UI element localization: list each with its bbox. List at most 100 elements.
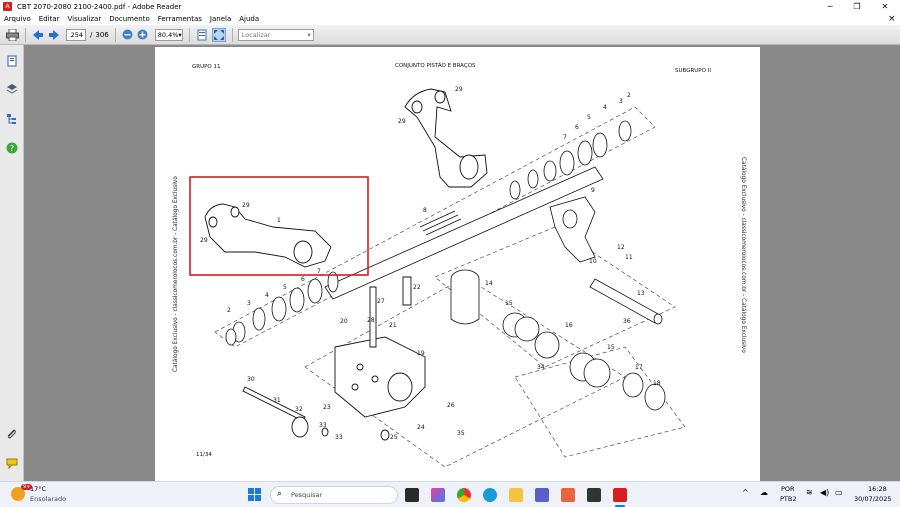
menu-janela[interactable]: Janela bbox=[210, 15, 231, 23]
label-9: 9 bbox=[591, 187, 595, 194]
label-36: 36 bbox=[623, 318, 631, 325]
cylinder-14 bbox=[450, 279, 480, 325]
label-29: 29 bbox=[398, 118, 406, 125]
bearing bbox=[592, 132, 608, 158]
label-12: 12 bbox=[617, 244, 625, 251]
find-input[interactable]: Localizar ▾ bbox=[237, 28, 314, 41]
menu-ferramentas[interactable]: Ferramentas bbox=[158, 15, 202, 23]
help-panel-button[interactable]: ? bbox=[6, 142, 18, 154]
print-button[interactable] bbox=[5, 28, 19, 42]
side-watermark-left: Catálogo Exclusivo - classicomerolocos.c… bbox=[172, 176, 179, 372]
label-33: 33 bbox=[335, 434, 343, 441]
close-document-button[interactable]: × bbox=[888, 14, 896, 24]
comments-panel-button[interactable] bbox=[6, 457, 18, 469]
bookmarks-panel-button[interactable] bbox=[6, 113, 18, 125]
fit-page-icon bbox=[197, 29, 207, 40]
edge-icon[interactable] bbox=[483, 488, 497, 502]
pages-icon bbox=[7, 55, 16, 67]
weather-desc[interactable]: Ensolarado bbox=[30, 495, 66, 503]
app-icon[interactable] bbox=[587, 488, 601, 502]
attachments-panel-button[interactable] bbox=[6, 428, 18, 440]
plus-circle-icon bbox=[137, 29, 148, 40]
arm-bore bbox=[293, 240, 313, 264]
zoom-in-button[interactable] bbox=[136, 28, 150, 42]
bearing bbox=[577, 140, 593, 166]
clock-date[interactable]: 30/07/2025 bbox=[854, 495, 891, 503]
label-5: 5 bbox=[283, 284, 287, 291]
bracket-bore bbox=[562, 209, 578, 229]
maximize-button[interactable]: ❐ bbox=[842, 0, 872, 13]
page-number-input[interactable]: 254 bbox=[66, 28, 86, 41]
piston-ring bbox=[514, 316, 540, 342]
full-screen-button[interactable] bbox=[211, 27, 226, 42]
zoom-out-button[interactable] bbox=[121, 28, 135, 42]
header-subgroup: SUBGRUPO II bbox=[675, 68, 711, 74]
toolbar: 254 / 306 80,4% ▾ Localizar ▾ bbox=[0, 25, 900, 45]
label-14: 14 bbox=[485, 280, 493, 287]
pages-panel-button[interactable] bbox=[6, 55, 18, 67]
document-area[interactable]: GRUPO 11 CONJUNTO PISTÃO E BRAÇOS SUBGRU… bbox=[24, 45, 900, 481]
navigation-sidebar: ? bbox=[0, 45, 24, 481]
file-explorer-icon[interactable] bbox=[509, 488, 523, 502]
minimize-button[interactable]: ─ bbox=[815, 0, 845, 13]
teams-icon[interactable] bbox=[535, 488, 549, 502]
chevron-up-icon[interactable]: ^ bbox=[742, 488, 749, 497]
close-button[interactable]: ✕ bbox=[870, 0, 900, 13]
label-13: 13 bbox=[637, 290, 645, 297]
piston-ring bbox=[583, 358, 611, 388]
washer-25 bbox=[380, 429, 390, 441]
label-26: 26 bbox=[447, 402, 455, 409]
search-icon: ⌕ bbox=[277, 489, 283, 499]
title-bar: A CBT 2070-2080 2100-2400.pdf - Adobe Re… bbox=[0, 0, 900, 13]
bearing bbox=[252, 307, 266, 331]
arm-eye bbox=[434, 90, 446, 104]
next-page-button[interactable] bbox=[47, 28, 61, 42]
chrome-icon[interactable] bbox=[457, 488, 471, 502]
printer-icon bbox=[5, 28, 19, 41]
ring bbox=[509, 180, 521, 200]
ring bbox=[618, 120, 632, 142]
store-icon[interactable] bbox=[561, 488, 575, 502]
taskbar-search[interactable]: ⌕ Pesquisar bbox=[270, 486, 398, 504]
toolbar-divider bbox=[231, 27, 233, 42]
lift-arm-1 bbox=[204, 203, 332, 268]
arrow-right-icon bbox=[49, 29, 59, 40]
arrow-left-icon bbox=[33, 29, 43, 40]
zoom-select[interactable]: 80,4% ▾ bbox=[154, 28, 183, 41]
housing-port bbox=[371, 375, 379, 383]
menu-editar[interactable]: Editar bbox=[39, 15, 60, 23]
clock-time[interactable]: 16:28 bbox=[868, 485, 887, 493]
battery-icon[interactable]: ▭ bbox=[835, 488, 843, 497]
label-34: 34 bbox=[537, 364, 545, 371]
menu-ajuda[interactable]: Ajuda bbox=[239, 15, 259, 23]
pdf-page: GRUPO 11 CONJUNTO PISTÃO E BRAÇOS SUBGRU… bbox=[155, 47, 760, 481]
previous-page-button[interactable] bbox=[31, 28, 45, 42]
layers-icon bbox=[6, 84, 18, 94]
keyboard-layout[interactable]: PTB2 bbox=[780, 495, 797, 503]
volume-icon[interactable]: ◀) bbox=[820, 488, 829, 497]
piston-ring bbox=[644, 383, 666, 411]
label-31: 31 bbox=[273, 397, 281, 404]
ring bbox=[225, 328, 237, 346]
menu-visualizar[interactable]: Visualizar bbox=[68, 15, 102, 23]
language-indicator[interactable]: POR bbox=[781, 485, 795, 493]
adobe-reader-taskbar-icon[interactable] bbox=[613, 488, 627, 502]
label-29: 29 bbox=[455, 86, 463, 93]
housing-bore bbox=[387, 372, 413, 402]
menu-bar: Arquivo Editar Visualizar Documento Ferr… bbox=[0, 13, 900, 25]
copilot-icon[interactable] bbox=[431, 488, 445, 502]
menu-documento[interactable]: Documento bbox=[109, 15, 150, 23]
layers-panel-button[interactable] bbox=[6, 83, 18, 95]
start-button[interactable] bbox=[248, 488, 262, 502]
fit-page-button[interactable] bbox=[195, 28, 209, 42]
menu-arquivo[interactable]: Arquivo bbox=[4, 15, 31, 23]
adobe-reader-icon: A bbox=[3, 2, 12, 11]
arm-eye bbox=[208, 216, 218, 228]
label-2: 2 bbox=[227, 307, 231, 314]
task-view-icon[interactable] bbox=[405, 488, 419, 502]
wifi-icon[interactable]: ≋ bbox=[806, 488, 813, 497]
cloud-icon[interactable]: ☁ bbox=[760, 488, 768, 497]
toolbar-divider bbox=[114, 27, 116, 42]
spring-32 bbox=[291, 416, 309, 438]
weather-temp[interactable]: 17°C bbox=[30, 485, 46, 493]
